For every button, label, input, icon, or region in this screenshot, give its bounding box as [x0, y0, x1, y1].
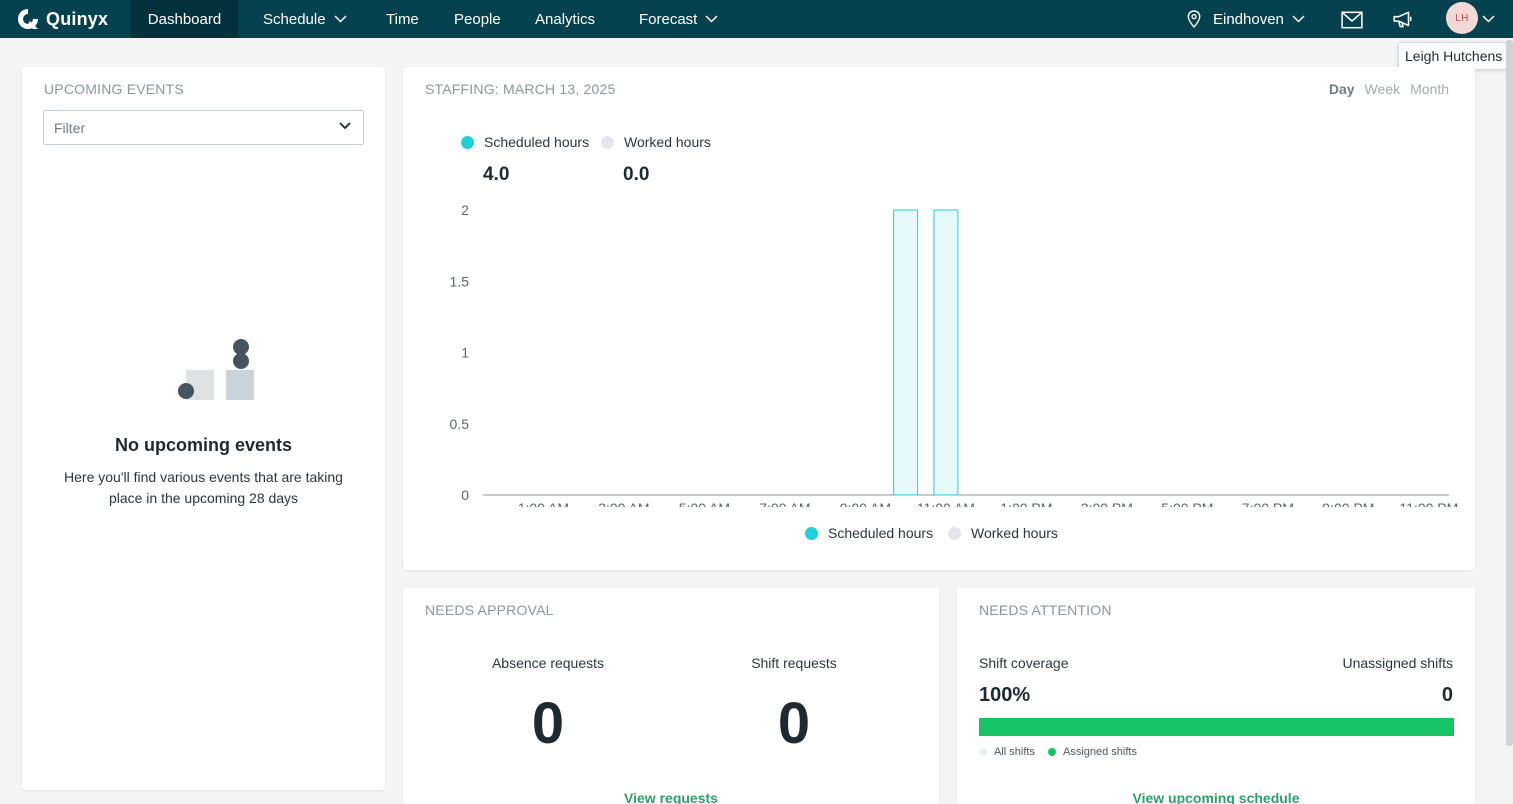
- filter-dropdown[interactable]: Filter: [43, 110, 364, 145]
- x-tick-label: 9:00 AM: [840, 500, 891, 507]
- location-selector[interactable]: Eindhoven: [1187, 0, 1305, 38]
- absence-requests-count[interactable]: 0: [448, 695, 648, 753]
- nav-schedule-label: Schedule: [263, 10, 326, 28]
- scheduled-hours-bar: [933, 209, 959, 496]
- x-tick-label: 1:00 PM: [1000, 500, 1052, 507]
- chevron-down-icon: [1292, 15, 1305, 23]
- unassigned-shifts-label: Unassigned shifts: [1342, 655, 1453, 671]
- user-initials: LH: [1455, 12, 1469, 24]
- shift-requests-label: Shift requests: [751, 655, 837, 671]
- y-tick-label: 0: [461, 487, 469, 503]
- staffing-card: STAFFING: MARCH 13, 2025 Day Week Month …: [403, 67, 1475, 570]
- x-tick-label: 7:00 AM: [759, 500, 810, 507]
- nav-people[interactable]: People: [454, 0, 501, 38]
- x-tick-label: 7:00 PM: [1242, 500, 1294, 507]
- unassigned-shifts-value[interactable]: 0: [1442, 684, 1453, 707]
- x-tick-label: 1:00 AM: [518, 500, 569, 507]
- top-navigation: Quinyx Dashboard Schedule Time People An…: [0, 0, 1513, 38]
- chevron-down-icon: [334, 15, 347, 23]
- coverage-bar-fill: [979, 718, 1454, 736]
- nav-forecast-label: Forecast: [639, 10, 698, 28]
- chevron-down-icon: [705, 15, 718, 23]
- quinyx-logo[interactable]: Quinyx: [16, 5, 108, 33]
- x-tick-label: 5:00 PM: [1161, 500, 1213, 507]
- quinyx-logo-icon: [18, 9, 38, 29]
- empty-events-description: Here you'll find various events that are…: [64, 469, 343, 506]
- nav-analytics[interactable]: Analytics: [535, 0, 595, 38]
- nav-people-label: People: [454, 10, 501, 28]
- nav-schedule[interactable]: Schedule: [263, 0, 347, 38]
- needs-attention-card: NEEDS ATTENTION Shift coverage Unassigne…: [957, 588, 1475, 804]
- user-avatar[interactable]: LH: [1446, 2, 1478, 34]
- nav-dashboard[interactable]: Dashboard: [131, 0, 238, 38]
- legend-scheduled-dot: [805, 526, 818, 540]
- chevron-down-icon: [339, 122, 351, 130]
- x-tick-label: 11:00 PM: [1399, 500, 1458, 507]
- nav-time-label: Time: [386, 10, 419, 28]
- legend-worked-label: Worked hours: [971, 525, 1058, 541]
- empty-events-illustration: [178, 339, 254, 400]
- shift-coverage-value: 100%: [979, 684, 1031, 706]
- all-shifts-label: All shifts: [994, 746, 1035, 758]
- legend-worked-dot: [948, 526, 961, 540]
- coverage-bar: [979, 718, 1454, 736]
- legend-all-shifts: All shifts: [979, 746, 1035, 758]
- page-scrollbar[interactable]: [1506, 40, 1513, 746]
- needs-approval-title: NEEDS APPROVAL: [425, 602, 554, 618]
- shift-requests-count[interactable]: 0: [694, 695, 894, 753]
- location-pin-icon: [1187, 10, 1201, 28]
- all-shifts-dot: [979, 748, 987, 756]
- y-tick-label: 0.5: [450, 416, 470, 432]
- chevron-down-icon[interactable]: [1482, 15, 1495, 23]
- brand-name: Quinyx: [46, 8, 109, 29]
- user-tooltip-text: Leigh Hutchens: [1405, 48, 1503, 64]
- nav-time[interactable]: Time: [386, 0, 419, 38]
- empty-events-title: No upcoming events: [114, 435, 293, 455]
- nav-forecast[interactable]: Forecast: [639, 0, 718, 38]
- y-tick-label: 1: [461, 345, 469, 361]
- x-tick-label: 11:00 AM: [917, 500, 975, 507]
- user-tooltip: Leigh Hutchens: [1398, 42, 1510, 70]
- absence-requests-label: Absence requests: [491, 655, 605, 671]
- mail-icon[interactable]: [1341, 9, 1363, 31]
- filter-placeholder: Filter: [54, 119, 86, 136]
- location-label: Eindhoven: [1213, 10, 1284, 28]
- x-tick-label: 3:00 PM: [1081, 500, 1133, 507]
- upcoming-events-card: UPCOMING EVENTS Filter No upcoming event…: [22, 67, 385, 790]
- y-tick-label: 1.5: [450, 273, 470, 289]
- chart-legend-worked[interactable]: Worked hours: [948, 525, 1058, 541]
- assigned-shifts-dot: [1048, 748, 1056, 756]
- x-tick-label: 3:00 AM: [598, 500, 649, 507]
- needs-attention-title: NEEDS ATTENTION: [979, 602, 1112, 618]
- shift-coverage-label: Shift coverage: [979, 655, 1069, 671]
- legend-assigned-shifts: Assigned shifts: [1048, 746, 1137, 758]
- assigned-shifts-label: Assigned shifts: [1063, 746, 1137, 758]
- staffing-chart: 0 0.5 1 1.5 2 1:00 AM 3:00 AM 5:00 AM 7:00 AM 9:0…: [450, 202, 1459, 507]
- legend-scheduled-label: Scheduled hours: [828, 525, 934, 541]
- nav-dashboard-label: Dashboard: [147, 10, 222, 28]
- y-tick-label: 2: [461, 202, 469, 218]
- chart-legend-scheduled[interactable]: Scheduled hours: [805, 525, 933, 541]
- x-tick-label: 9:00 PM: [1322, 500, 1374, 507]
- x-tick-label: 5:00 AM: [679, 500, 730, 507]
- upcoming-events-title: UPCOMING EVENTS: [44, 81, 184, 97]
- view-upcoming-schedule-link[interactable]: View upcoming schedule: [957, 790, 1475, 804]
- needs-approval-card: NEEDS APPROVAL Absence requests 0 Shift …: [403, 588, 939, 804]
- scheduled-hours-bar: [893, 209, 919, 496]
- view-requests-link[interactable]: View requests: [403, 790, 939, 804]
- nav-analytics-label: Analytics: [535, 10, 596, 28]
- megaphone-icon[interactable]: [1392, 9, 1414, 31]
